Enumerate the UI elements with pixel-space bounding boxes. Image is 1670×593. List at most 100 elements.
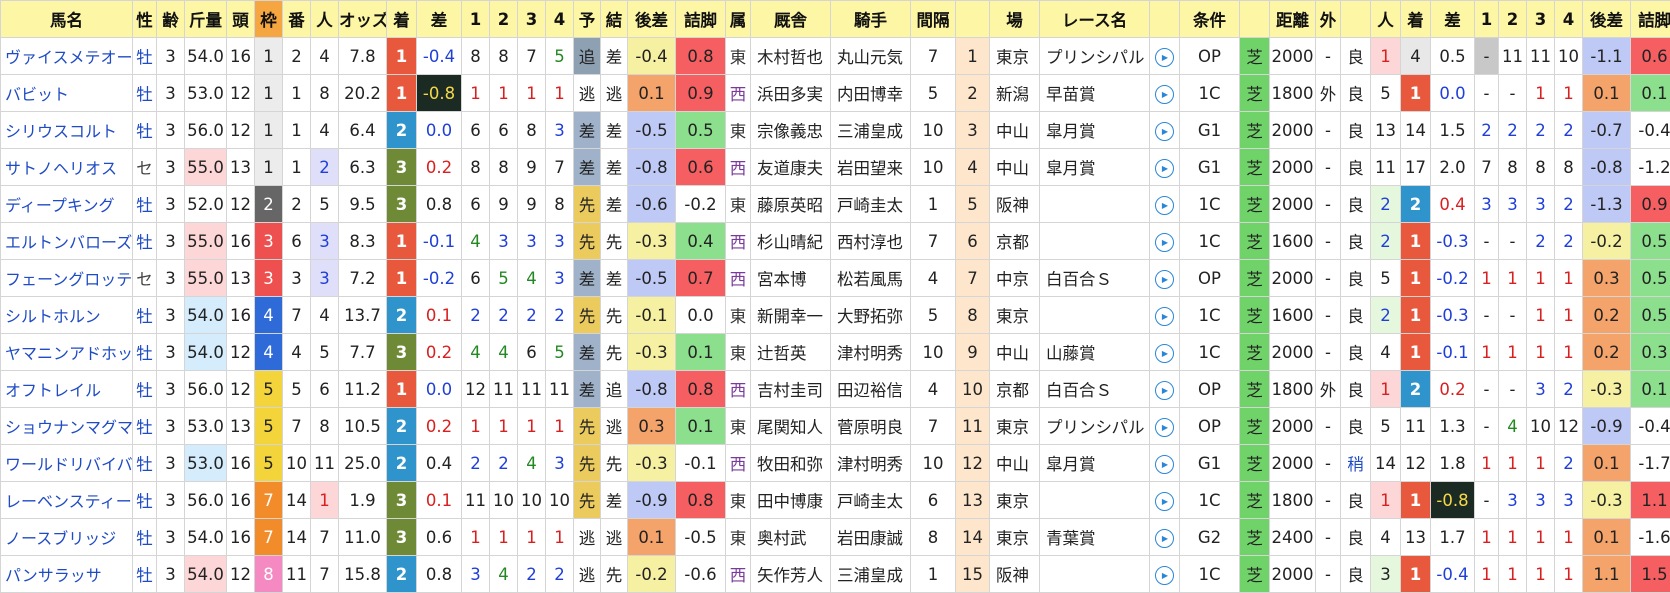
horse-name[interactable]: ワールドリバイバル <box>0 444 133 482</box>
column-header[interactable]: 頭 <box>226 0 255 38</box>
column-header[interactable] <box>1340 0 1371 38</box>
play-circle-icon[interactable]: ▶ <box>1155 529 1174 548</box>
column-header[interactable]: 3 <box>517 0 546 38</box>
play-circle-icon[interactable]: ▶ <box>1155 196 1174 215</box>
column-header[interactable]: 4 <box>1554 0 1583 38</box>
play-button-cell[interactable]: ▶ <box>1149 74 1180 112</box>
column-header[interactable]: 着 <box>386 0 417 38</box>
table-row[interactable]: レーベンスティール牡356.01671411.930.111101010先差-0… <box>0 481 1670 519</box>
column-header[interactable]: 条件 <box>1179 0 1240 38</box>
horse-name[interactable]: シルトホルン <box>0 296 133 334</box>
column-header[interactable]: 2 <box>489 0 518 38</box>
horse-name[interactable]: エルトンバローズ <box>0 222 133 260</box>
table-row[interactable]: シルトホルン牡 3 54.0 16 4 7 4 13.7 2 0.1 2 2 2 2 先先 -0.1 0.0 東新… <box>0 296 1670 334</box>
column-header[interactable]: 結 <box>600 0 628 38</box>
column-header[interactable]: 番 <box>282 0 311 38</box>
column-header[interactable]: 間隔 <box>910 0 956 38</box>
table-row[interactable]: ヴァイスメテオール牡354.0161247.81-0.48875追差-0.40.… <box>0 37 1670 75</box>
table-row[interactable]: ワールドリバイバル牡353.0165101125.020.42243先先-0.3… <box>0 444 1670 482</box>
column-header[interactable]: 人 <box>310 0 339 38</box>
column-header[interactable]: 詰脚 <box>675 0 726 38</box>
play-button-cell[interactable]: ▶ <box>1149 444 1180 482</box>
column-header[interactable]: 着 <box>1400 0 1431 38</box>
column-header[interactable]: 齢 <box>156 0 185 38</box>
column-header[interactable]: 差 <box>416 0 462 38</box>
play-button-cell[interactable]: ▶ <box>1149 333 1180 371</box>
table-row[interactable]: ヤマニンアドホック牡354.0124457.730.24465差先-0.30.1… <box>0 333 1670 371</box>
column-header[interactable]: 予 <box>573 0 601 38</box>
column-header[interactable]: 3 <box>1526 0 1555 38</box>
column-header[interactable]: 人 <box>1370 0 1401 38</box>
table-row[interactable]: エルトンバローズ牡 3 55.0 16 3 6 3 8.3 1 -0.1 4 3 3 3 先先 -0.3 0.4… <box>0 222 1670 260</box>
horse-name[interactable]: パンサラッサ <box>0 555 133 593</box>
table-row[interactable]: パンサラッサ牡 3 54.0 12 8 11 7 15.8 2 0.8 3 4 2 2 逃先 -0.2 -0.6… <box>0 555 1670 593</box>
column-header[interactable]: 4 <box>545 0 574 38</box>
column-header[interactable]: 斤量 <box>184 0 227 38</box>
play-button-cell[interactable]: ▶ <box>1149 481 1180 519</box>
column-header[interactable]: 後差 <box>1582 0 1631 38</box>
horse-name[interactable]: レーベンスティール <box>0 481 133 519</box>
play-circle-icon[interactable]: ▶ <box>1155 270 1174 289</box>
play-circle-icon[interactable]: ▶ <box>1155 85 1174 104</box>
horse-name[interactable]: サトノヘリオス <box>0 148 133 186</box>
column-header[interactable]: 騎手 <box>830 0 911 38</box>
horse-name[interactable]: ディープキング <box>0 185 133 223</box>
play-circle-icon[interactable]: ▶ <box>1155 455 1174 474</box>
play-button-cell[interactable]: ▶ <box>1149 555 1180 593</box>
horse-name[interactable]: バビット <box>0 74 133 112</box>
horse-name[interactable]: ヴァイスメテオール <box>0 37 133 75</box>
column-header[interactable]: オッズ <box>338 0 387 38</box>
table-row[interactable]: ショウナンマグマ牡 3 53.0 13 5 7 8 10.5 2 0.2 1 1 1 1 先逃 0.3 0.1 東… <box>0 407 1670 445</box>
column-header[interactable] <box>955 0 990 38</box>
play-button-cell[interactable]: ▶ <box>1149 148 1180 186</box>
play-circle-icon[interactable]: ▶ <box>1155 344 1174 363</box>
table-row[interactable]: フェーングロッテンセ355.0133337.21-0.26543差差-0.50.… <box>0 259 1670 297</box>
horse-name[interactable]: シリウスコルト <box>0 111 133 149</box>
play-button-cell[interactable]: ▶ <box>1149 222 1180 260</box>
column-header[interactable] <box>1149 0 1180 38</box>
play-button-cell[interactable]: ▶ <box>1149 518 1180 556</box>
column-header[interactable]: 1 <box>1474 0 1499 38</box>
column-header[interactable]: 後差 <box>627 0 676 38</box>
play-button-cell[interactable]: ▶ <box>1149 407 1180 445</box>
table-row[interactable]: ノースブリッジ牡 3 54.0 16 7 14 7 11.0 3 0.6 1 1 1 1 逃逃 0.1 -0.5… <box>0 518 1670 556</box>
play-circle-icon[interactable]: ▶ <box>1155 418 1174 437</box>
table-row[interactable]: バビット牡 3 53.0 12 1 1 8 20.2 1 -0.8 1 1 1 1 逃逃 0.1 0.9 西浜田多… <box>0 74 1670 112</box>
play-button-cell[interactable]: ▶ <box>1149 370 1180 408</box>
horse-name[interactable]: オフトレイル <box>0 370 133 408</box>
table-row[interactable]: オフトレイル牡 3 56.0 12 5 5 6 11.2 1 0.0 12 11 11 11 差追 -0.8 0… <box>0 370 1670 408</box>
column-header[interactable]: 2 <box>1498 0 1527 38</box>
horse-name[interactable]: ショウナンマグマ <box>0 407 133 445</box>
play-circle-icon[interactable]: ▶ <box>1155 159 1174 178</box>
play-button-cell[interactable]: ▶ <box>1149 296 1180 334</box>
column-header[interactable]: 1 <box>461 0 490 38</box>
play-circle-icon[interactable]: ▶ <box>1155 233 1174 252</box>
play-circle-icon[interactable]: ▶ <box>1155 122 1174 141</box>
column-header[interactable]: レース名 <box>1039 0 1150 38</box>
column-header[interactable]: 厩舎 <box>750 0 831 38</box>
column-header[interactable]: 性 <box>132 0 157 38</box>
column-header[interactable]: 外 <box>1315 0 1341 38</box>
column-header[interactable] <box>1239 0 1270 38</box>
horse-name[interactable]: フェーングロッテン <box>0 259 133 297</box>
horse-name[interactable]: ノースブリッジ <box>0 518 133 556</box>
column-header[interactable]: 差 <box>1430 0 1475 38</box>
column-header[interactable]: 馬名 <box>0 0 133 38</box>
column-header[interactable]: 場 <box>989 0 1040 38</box>
play-circle-icon[interactable]: ▶ <box>1155 492 1174 511</box>
play-button-cell[interactable]: ▶ <box>1149 259 1180 297</box>
table-row[interactable]: シリウスコルト牡 3 56.0 12 1 1 4 6.4 2 0.0 6 6 8 3 差差 -0.5 0.5 東宗… <box>0 111 1670 149</box>
horse-name[interactable]: ヤマニンアドホック <box>0 333 133 371</box>
play-button-cell[interactable]: ▶ <box>1149 185 1180 223</box>
column-header[interactable]: 距離 <box>1269 0 1316 38</box>
play-circle-icon[interactable]: ▶ <box>1155 566 1174 585</box>
column-header[interactable]: 詰脚 <box>1630 0 1670 38</box>
play-circle-icon[interactable]: ▶ <box>1155 48 1174 67</box>
column-header[interactable]: 枠 <box>254 0 283 38</box>
play-button-cell[interactable]: ▶ <box>1149 37 1180 75</box>
table-row[interactable]: ディープキング牡 3 52.0 12 2 2 5 9.5 3 0.8 6 9 9 8 先差 -0.6 -0.2 東… <box>0 185 1670 223</box>
play-circle-icon[interactable]: ▶ <box>1155 381 1174 400</box>
table-row[interactable]: サトノヘリオスセ 3 55.0 13 1 1 2 6.3 3 0.2 8 8 9 7 差差 -0.8 0.6 西友… <box>0 148 1670 186</box>
play-circle-icon[interactable]: ▶ <box>1155 307 1174 326</box>
play-button-cell[interactable]: ▶ <box>1149 111 1180 149</box>
